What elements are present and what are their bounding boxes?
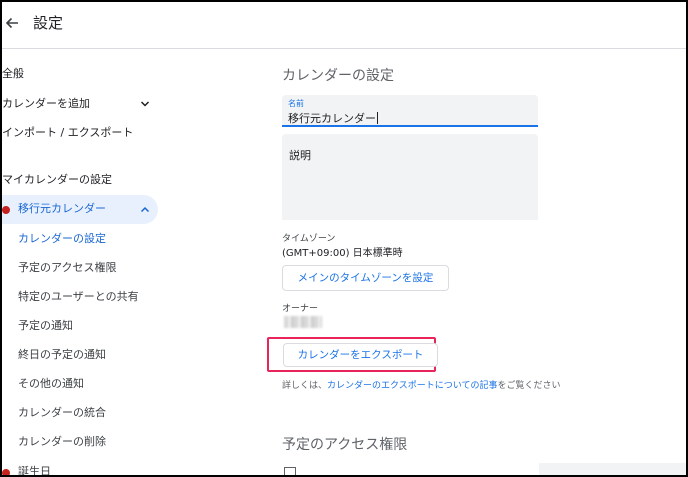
calendar-name-field[interactable]: 名前 移行元カレンダー [282, 95, 538, 127]
sidebar-item-import-export[interactable]: インポート / エクスポート [2, 125, 133, 141]
settings-window: 設定 全般 カレンダーを追加 インポート / エクスポート マイカレンダーの設定… [2, 2, 686, 475]
export-calendar-button[interactable]: カレンダーをエクスポート [283, 343, 438, 367]
sidebar-sub-integrate-calendar[interactable]: カレンダーの統合 [18, 405, 106, 421]
grey-strip [539, 463, 686, 475]
settings-header: 設定 [2, 2, 686, 49]
export-help-text: 詳しくは、カレンダーのエクスポートについての記事をご覧ください [282, 381, 561, 391]
calendar-description-field[interactable]: 説明 [282, 134, 538, 220]
sidebar-item-add-calendar[interactable]: カレンダーを追加 [2, 96, 90, 112]
section-title-access-permissions: 予定のアクセス権限 [282, 437, 408, 453]
next-section-preview [284, 463, 686, 475]
sidebar-item-birthdays[interactable]: 誕生日 [18, 464, 51, 475]
sidebar-sub-calendar-settings[interactable]: カレンダーの設定 [18, 231, 106, 247]
sidebar-item-general[interactable]: 全般 [2, 66, 24, 82]
page-title: 設定 [33, 14, 64, 32]
sidebar-sub-event-notifications[interactable]: 予定の通知 [18, 318, 73, 334]
description-field-label: 説明 [289, 149, 311, 162]
sidebar-item-active-calendar-label[interactable]: 移行元カレンダー [18, 201, 106, 217]
sidebar-sub-share-with-people[interactable]: 特定のユーザーとの共有 [18, 289, 139, 305]
timezone-label: タイムゾーン [282, 234, 336, 244]
calendar-settings-panel: カレンダーの設定 名前 移行元カレンダー 説明 タイムゾーン (GMT+09:0… [242, 48, 686, 475]
birthday-color-dot [2, 469, 10, 475]
export-help-link[interactable]: カレンダーのエクスポートについての記事 [327, 381, 497, 391]
section-title-calendar-settings: カレンダーの設定 [282, 68, 394, 84]
public-checkbox[interactable] [284, 467, 296, 475]
sidebar-sub-other-notifications[interactable]: その他の通知 [18, 376, 84, 392]
owner-label: オーナー [282, 304, 319, 314]
sidebar-sub-access-permissions[interactable]: 予定のアクセス権限 [18, 260, 116, 276]
sidebar-sub-allday-notifications[interactable]: 終日の予定の通知 [18, 347, 106, 363]
sidebar-sub-remove-calendar[interactable]: カレンダーの削除 [18, 434, 106, 450]
chevron-up-icon[interactable] [140, 205, 150, 215]
owner-redacted [284, 316, 322, 328]
sidebar-heading-my-calendars: マイカレンダーの設定 [2, 173, 112, 186]
set-main-timezone-button[interactable]: メインのタイムゾーンを設定 [282, 265, 449, 291]
calendar-color-dot [2, 206, 10, 214]
chevron-down-icon[interactable] [140, 99, 150, 109]
name-field-value[interactable]: 移行元カレンダー [288, 110, 378, 126]
settings-sidebar: 全般 カレンダーを追加 インポート / エクスポート マイカレンダーの設定 移行… [2, 48, 242, 475]
timezone-value: (GMT+09:00) 日本標準時 [282, 248, 403, 259]
name-field-label: 名前 [288, 99, 304, 108]
arrow-left-icon[interactable] [4, 15, 20, 31]
